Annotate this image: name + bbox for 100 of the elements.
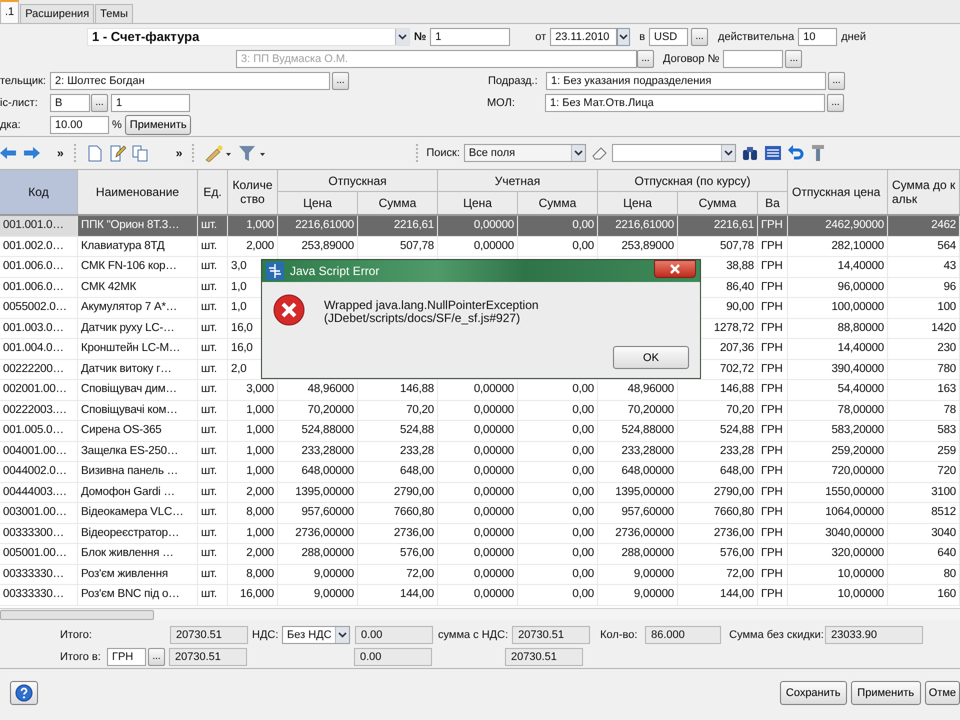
table-cell: шт.	[198, 400, 228, 420]
table-row[interactable]: 0044002.0… Визивна панель … шт. 1,000 648,00000 648,00 0,00000 0,00 648,00000 648,00 ГРН 720,00000 720	[0, 462, 960, 482]
close-button[interactable]	[654, 260, 696, 278]
browse-button[interactable]: ...	[827, 94, 844, 112]
table-row[interactable]: 00222003.… Сповіщувачі ком… шт. 1,000 70,20000 70,20 0,00000 0,00 70,20000 70,20 ГРН 78,00000 78	[0, 400, 960, 421]
column-header[interactable]: Цена	[438, 192, 518, 214]
dialog-button[interactable]: Сохранить	[780, 681, 847, 705]
table-cell: шт.	[198, 380, 228, 400]
price-list-number-field[interactable]: 1	[111, 94, 190, 112]
table-cell: ГРН	[758, 482, 788, 502]
browse-button[interactable]: ...	[332, 72, 349, 90]
column-header[interactable]: Ед.	[198, 170, 228, 214]
column-header[interactable]: Код	[0, 170, 78, 214]
browse-button[interactable]: ...	[828, 72, 845, 90]
horizontal-scrollbar[interactable]	[0, 608, 960, 620]
column-header[interactable]: Цена	[598, 192, 678, 214]
help-button[interactable]	[10, 681, 38, 705]
contract-field[interactable]	[723, 50, 784, 68]
date-field[interactable]: 23.11.2010	[550, 28, 618, 46]
currency-field[interactable]: ГРН	[107, 648, 146, 666]
table-cell: 2736,00	[678, 524, 758, 543]
table-cell: 0,00000	[438, 544, 518, 564]
dialog-button[interactable]: Отме	[924, 681, 960, 705]
dialog-button[interactable]: Применить	[850, 681, 921, 705]
tab[interactable]: .1	[0, 0, 20, 23]
column-header[interactable]: Ва	[758, 192, 788, 214]
ok-button[interactable]: OK	[613, 346, 689, 369]
table-row[interactable]: 00333330… Роз'єм живлення шт. 8,000 9,00000 72,00 0,00000 0,00 9,00000 72,00 ГРН 10,00000 80	[0, 564, 960, 585]
table-row[interactable]: 001.001.0… ППК "Орион 8Т.3… шт. 1,000 2216,61000 2216,61 0,00000 0,00 2216,61000 2216,61 ГРН 2462,90000 2462	[0, 216, 960, 236]
vat-in-field: 0.00	[354, 648, 432, 666]
back-arrow-icon[interactable]	[0, 147, 16, 159]
buyer-label: тельщик:	[0, 75, 47, 87]
browse-button[interactable]: ...	[785, 50, 802, 68]
edit-document-icon[interactable]	[110, 144, 126, 162]
mol-field[interactable]: 1: Без Мат.Отв.Лица	[545, 94, 825, 112]
tab[interactable]: Темы	[95, 4, 133, 23]
table-row[interactable]: 004001.00… Защелка ES-250… шт. 1,000 233,28000 233,28 0,00000 0,00 233,28000 233,28 ГРН 259,20000 259	[0, 442, 960, 462]
currency-field[interactable]: USD	[649, 28, 688, 46]
table-row[interactable]: 005001.00… Блок живлення … шт. 2,000 288,00000 576,00 0,00000 0,00 288,00000 576,00 ГРН 320,00000 640	[0, 544, 960, 564]
document-type-dropdown[interactable]: 1 - Счет-фактура	[87, 28, 410, 46]
table-cell: 648,00	[358, 462, 438, 482]
browse-button[interactable]: ...	[637, 50, 654, 68]
browse-button[interactable]: ...	[691, 28, 708, 46]
table-row[interactable]: 002001.00… Сповіщувач дим… шт. 3,000 48,96000 146,88 0,00000 0,00 48,96000 146,88 ГРН 54,40000 163	[0, 380, 960, 400]
table-cell: 0,00000	[438, 236, 518, 256]
column-header[interactable]: Цена	[278, 192, 358, 214]
column-header[interactable]: Наименование	[78, 170, 198, 214]
discount-field[interactable]: 10.00	[50, 116, 109, 134]
table-row[interactable]: 001.005.0… Сирена OS-365 шт. 1,000 524,88000 524,88 0,00000 0,00 524,88000 524,88 ГРН 583,20000 583	[0, 421, 960, 442]
table-cell: 9,00000	[598, 564, 678, 584]
number-field[interactable]: 1	[430, 28, 510, 46]
column-header[interactable]: Сумма	[518, 192, 598, 214]
table-cell: 259	[888, 442, 960, 461]
table-row[interactable]: 001.002.0… Клавиатура 8ТД шт. 2,000 253,89000 507,78 0,00000 0,00 253,89000 507,78 ГРН 282,10000 564	[0, 236, 960, 257]
filter-icon[interactable]	[238, 144, 266, 162]
column-header[interactable]: Сумма	[358, 192, 438, 214]
overflow-chevron[interactable]: »	[176, 146, 182, 160]
table-cell: 253,89000	[278, 236, 358, 256]
column-header[interactable]: Сумма до кальк	[888, 170, 960, 214]
forward-arrow-icon[interactable]	[24, 147, 40, 159]
table-cell: 2216,61	[358, 216, 438, 236]
binoculars-icon[interactable]	[742, 145, 758, 161]
table-row[interactable]: 00333330… Роз'єм BNC під о… шт. 16,000 9,00000 144,00 0,00000 0,00 9,00000 144,00 ГРН 10,00000 160	[0, 585, 960, 606]
table-row[interactable]: 00444003.… Домофон Gardi … шт. 2,000 1395,00000 2790,00 0,00000 0,00 1395,00000 2790,00 ГРН 1550,00000 3100	[0, 482, 960, 503]
column-header[interactable]: Сумма	[678, 192, 758, 214]
wand-icon[interactable]	[204, 144, 232, 162]
table-cell: 001.001.0…	[0, 216, 78, 236]
tab[interactable]: Расширения	[20, 4, 94, 23]
table-cell: 0,00	[518, 524, 598, 543]
overflow-chevron[interactable]: »	[57, 146, 64, 160]
table-row[interactable]: 00333300… Відеореєстратор… шт. 1,000 2736,00000 2736,00 0,00000 0,00 2736,00000 2736,00 ГРН 3040,00000 3040	[0, 524, 960, 544]
hammer-icon[interactable]	[810, 144, 826, 162]
vat-dropdown[interactable]: Без НДС	[282, 626, 350, 644]
table-cell: 648,00000	[598, 462, 678, 482]
browse-button[interactable]: ...	[148, 648, 165, 666]
table-cell: ГРН	[758, 462, 788, 482]
search-scope-dropdown[interactable]: Все поля	[464, 144, 586, 162]
department-field[interactable]: 1: Без указания подразделения	[546, 72, 826, 90]
list-icon[interactable]	[764, 145, 782, 161]
apply-button[interactable]: Применить	[124, 115, 191, 135]
buyer-field[interactable]: 2: Шолтес Богдан	[50, 72, 330, 90]
browse-button[interactable]: ...	[91, 94, 108, 112]
table-cell: шт.	[198, 442, 228, 461]
table-cell: 8,000	[228, 503, 278, 522]
table-cell: 0,00000	[438, 564, 518, 584]
dropdown-icon	[335, 627, 349, 643]
table-cell: 2,000	[228, 236, 278, 256]
table-cell: шт.	[198, 318, 228, 338]
table-cell: 720,00000	[788, 462, 888, 482]
column-header[interactable]: Количество	[228, 170, 278, 214]
search-field[interactable]	[612, 144, 736, 162]
dropdown-button[interactable]	[617, 28, 630, 46]
table-row[interactable]: 003001.00… Відеокамера VLC… шт. 8,000 957,60000 7660,80 0,00000 0,00 957,60000 7660,80 ГРН 1064,00000 8512	[0, 503, 960, 524]
document-icon[interactable]	[88, 144, 102, 162]
eraser-icon[interactable]	[592, 146, 608, 160]
undo-icon[interactable]	[788, 145, 804, 161]
copy-icon[interactable]	[132, 144, 148, 162]
column-header[interactable]: Отпускная цена	[788, 170, 888, 214]
price-list-field[interactable]: В	[50, 94, 90, 112]
days-field[interactable]: 10	[798, 28, 838, 46]
